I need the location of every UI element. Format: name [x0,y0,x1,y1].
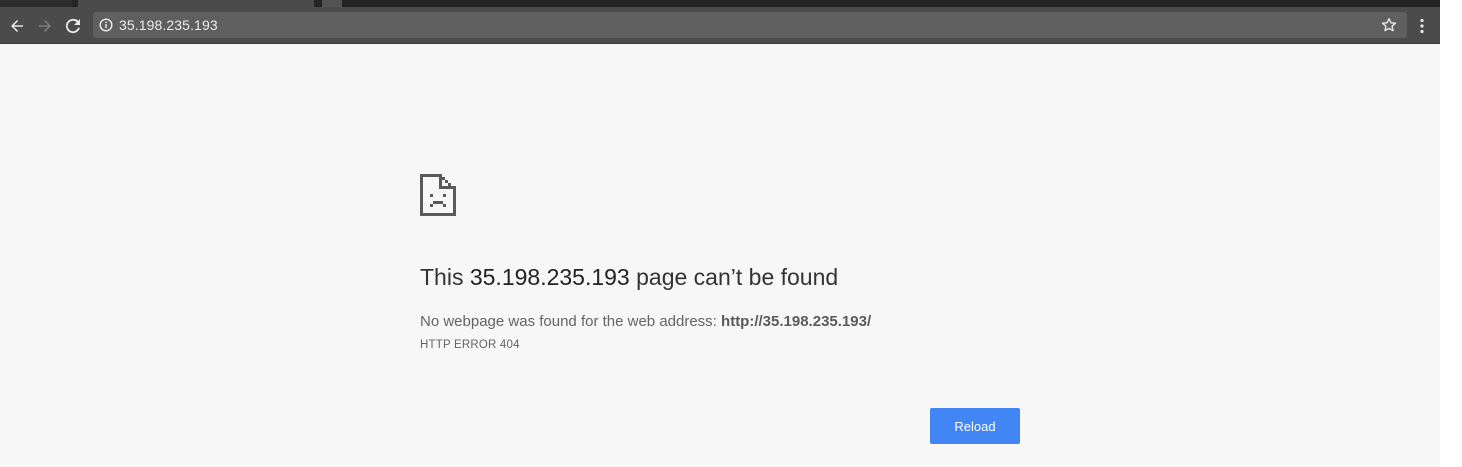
address-bar-url[interactable]: 35.198.235.193 [119,17,218,33]
info-icon[interactable] [99,18,113,32]
tab-strip [0,0,1440,7]
error-heading-suffix: page can’t be found [629,264,839,290]
reload-button[interactable] [60,7,86,44]
sad-page-icon [420,174,456,216]
tab-strip-background [0,0,72,7]
address-bar[interactable]: 35.198.235.193 [93,12,1407,38]
reload-icon [65,18,80,33]
error-description: No webpage was found for the web address… [420,313,871,330]
star-icon[interactable] [1381,17,1397,33]
reload-page-button[interactable]: Reload [930,408,1020,444]
error-code: HTTP ERROR 404 [420,339,520,351]
browser-window: 35.198.235.193 This 35.198.235.193 page … [0,0,1440,467]
active-tab[interactable] [78,0,314,7]
error-description-address: http://35.198.235.193/ [721,313,872,330]
forward-arrow-icon [39,19,51,32]
back-arrow-icon [11,19,23,32]
error-heading-host: 35.198.235.193 [469,264,630,290]
error-heading: This 35.198.235.193 page can’t be found [420,264,838,291]
forward-button[interactable] [32,7,58,44]
new-tab-button[interactable] [322,0,342,7]
kebab-menu-icon [1420,18,1424,34]
error-description-text: No webpage was found for the web address… [420,313,722,330]
browser-menu-button[interactable] [1412,14,1432,38]
browser-toolbar: 35.198.235.193 [0,7,1440,44]
back-button[interactable] [4,7,30,44]
error-heading-prefix: This [420,264,470,290]
